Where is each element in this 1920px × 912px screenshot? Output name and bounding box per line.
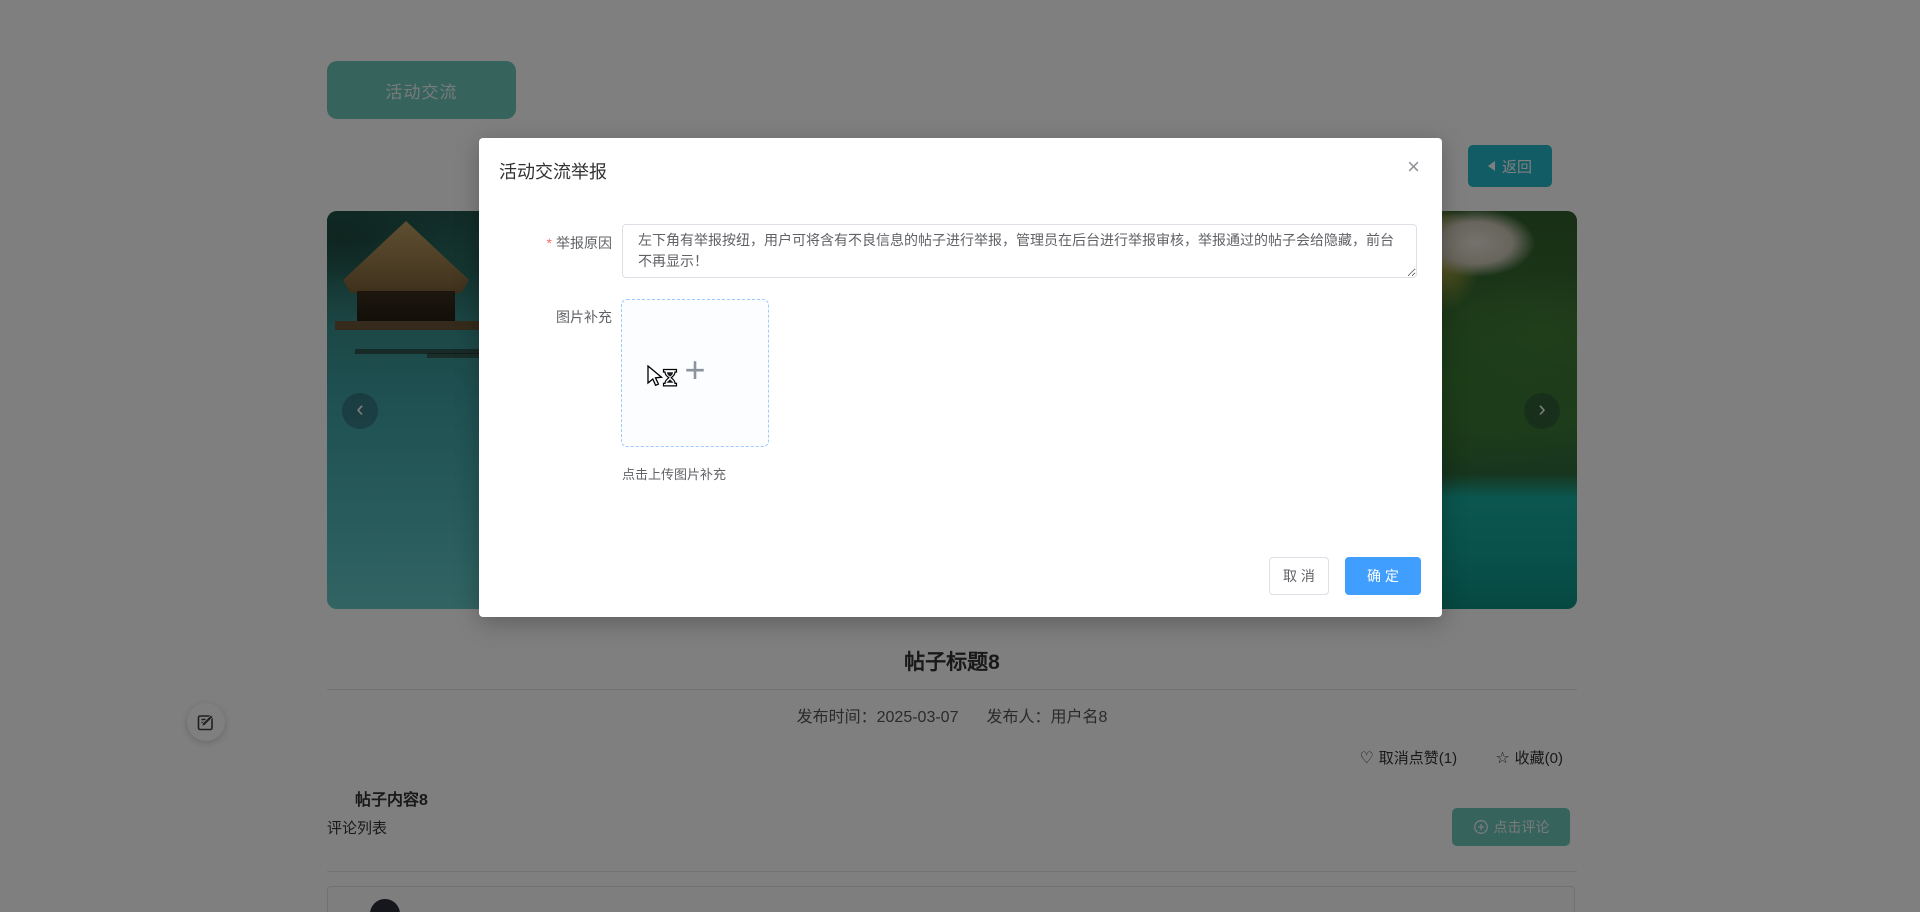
reason-label-text: 举报原因 — [556, 235, 612, 251]
dialog-title: 活动交流举报 — [499, 162, 607, 182]
reason-label: * 举报原因 — [502, 233, 612, 253]
cancel-button[interactable]: 取 消 — [1269, 557, 1329, 595]
required-asterisk: * — [546, 235, 552, 251]
plus-icon: + — [684, 349, 706, 390]
screen: 活动交流 返回 ‹ › 帖子标题8 发布时间：2025-03-07发布人：用户名… — [0, 0, 1920, 912]
confirm-button[interactable]: 确 定 — [1345, 557, 1421, 595]
image-label: 图片补充 — [556, 309, 612, 325]
report-dialog: 活动交流举报 × * 举报原因 左下角有举报按纽，用户可将含有不良信息的帖子进行举… — [479, 138, 1442, 617]
upload-hint: 点击上传图片补充 — [622, 467, 727, 482]
upload-dropzone[interactable]: + — [621, 299, 769, 447]
close-icon[interactable]: × — [1401, 150, 1426, 184]
reason-textarea[interactable]: 左下角有举报按纽，用户可将含有不良信息的帖子进行举报，管理员在后台进行举报审核，… — [622, 224, 1417, 278]
